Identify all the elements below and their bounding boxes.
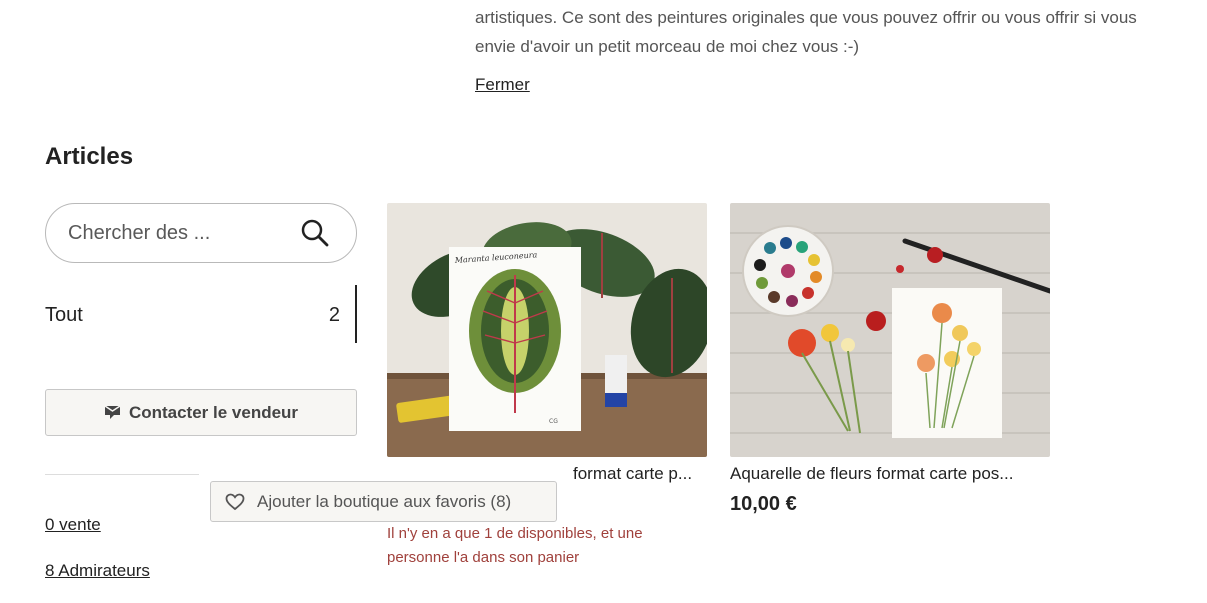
- search-box: [45, 203, 357, 263]
- listing-card[interactable]: Maranta leuconeura CG format carte p... …: [387, 203, 707, 566]
- svg-text:CG: CG: [549, 418, 558, 425]
- message-icon: [104, 405, 121, 419]
- sidebar-divider: [45, 474, 199, 475]
- listing-image[interactable]: [730, 203, 1050, 457]
- category-count: 2: [328, 304, 340, 326]
- category-active-indicator: [355, 285, 357, 343]
- search-icon: [301, 219, 329, 246]
- listing-availability-note: Il n'y en a que 1 de disponibles, et une…: [387, 525, 643, 566]
- shop-about-text: artistiques. Ce sont des peintures origi…: [475, 3, 1207, 61]
- articles-heading: Articles: [45, 143, 134, 170]
- listing-card[interactable]: Aquarelle de fleurs format carte pos... …: [730, 203, 1050, 515]
- favorite-shop-label: Ajouter la boutique aux favoris (8): [257, 491, 512, 511]
- favorite-shop-button[interactable]: Ajouter la boutique aux favoris (8): [210, 481, 557, 522]
- category-label: Tout: [45, 304, 83, 326]
- listing-title[interactable]: Aquarelle de fleurs format carte pos...: [730, 464, 1050, 484]
- about-line-2: envie d'avoir un petit morceau de moi ch…: [475, 37, 860, 56]
- about-line-1: artistiques. Ce sont des peintures origi…: [475, 8, 1137, 27]
- listing-image[interactable]: Maranta leuconeura CG: [387, 203, 707, 457]
- listing-price: 10,00 €: [730, 493, 797, 515]
- close-about-link[interactable]: Fermer: [475, 75, 530, 95]
- contact-seller-button[interactable]: Contacter le vendeur: [45, 389, 357, 436]
- admirers-count-link[interactable]: 8 Admirateurs: [45, 561, 150, 581]
- sales-count-link[interactable]: 0 vente: [45, 515, 101, 535]
- heart-icon: [225, 493, 245, 510]
- search-input[interactable]: [68, 204, 288, 262]
- contact-seller-label: Contacter le vendeur: [128, 402, 299, 422]
- category-all[interactable]: Tout 2: [45, 285, 357, 343]
- search-button[interactable]: [298, 217, 332, 251]
